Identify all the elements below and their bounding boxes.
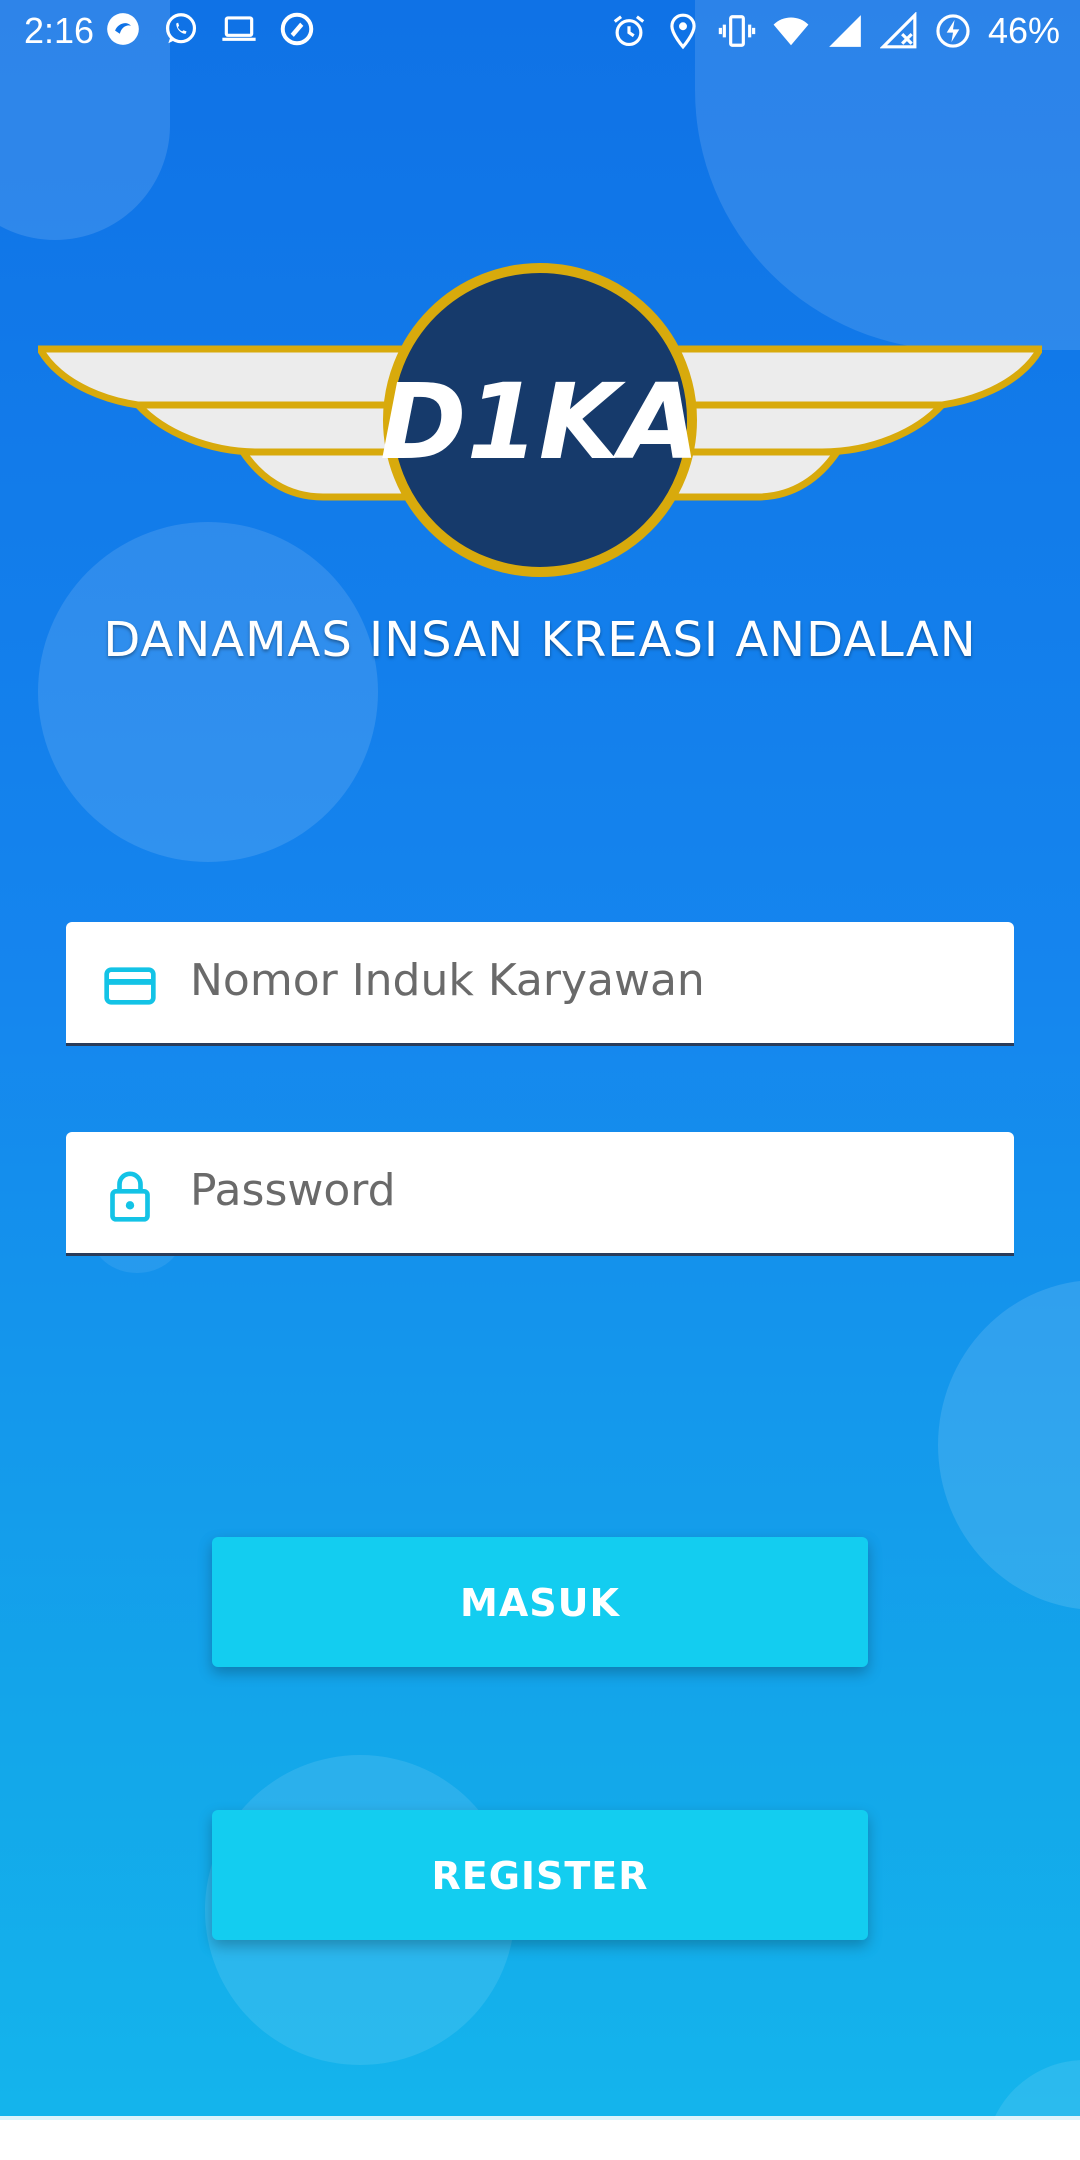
signal-icon — [826, 12, 864, 50]
bottom-strip — [0, 2120, 1080, 2160]
vibrate-icon — [718, 12, 756, 50]
battery-percent: 46% — [987, 10, 1060, 51]
left-wing — [38, 345, 412, 501]
sync-app-icon — [278, 10, 316, 48]
browser-app-icon — [104, 10, 142, 48]
register-button[interactable]: REGISTER — [212, 1810, 868, 1940]
location-icon — [664, 12, 702, 50]
password-field-container — [66, 1132, 1014, 1256]
nik-input[interactable] — [190, 940, 980, 1020]
laptop-icon — [220, 10, 258, 48]
lock-icon — [102, 1168, 158, 1224]
status-bar: 2:16 46% — [0, 0, 1080, 66]
card-icon — [102, 958, 158, 1014]
company-name: DANAMAS INSAN KREASI ANDALAN — [103, 612, 977, 668]
battery-charging-icon — [934, 12, 972, 50]
system-icons: 46% — [610, 10, 1060, 52]
status-time: 2:16 — [24, 10, 95, 51]
password-input[interactable] — [190, 1150, 980, 1230]
company-logo: D1KA — [38, 262, 1042, 582]
no-signal-icon — [879, 12, 918, 50]
nik-field-container — [66, 922, 1014, 1046]
login-screen: 2:16 46% D1KA DANAMAS INSAN KREASI ANDAL… — [0, 0, 1080, 2160]
login-button[interactable]: MASUK — [212, 1537, 868, 1667]
background-bubble — [938, 1280, 1080, 1610]
whatsapp-icon — [162, 10, 200, 48]
alarm-icon — [610, 12, 648, 50]
logo-text: D1KA — [380, 361, 700, 483]
notification-icons — [104, 10, 316, 48]
right-wing — [668, 345, 1042, 501]
wifi-icon — [772, 12, 810, 50]
